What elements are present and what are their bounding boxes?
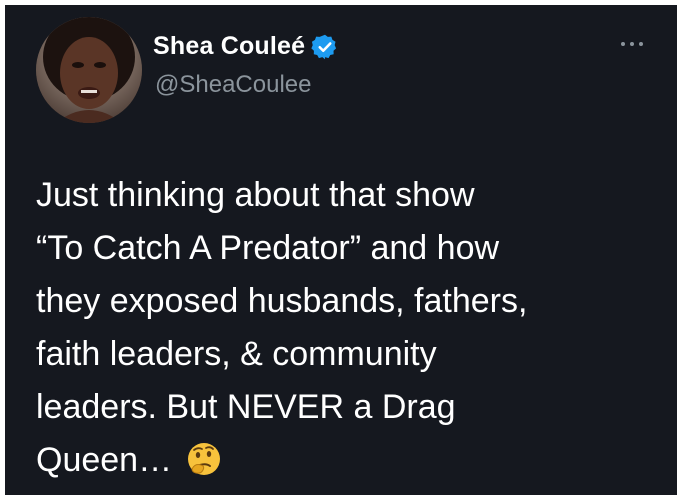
author-name-row: Shea Couleé bbox=[153, 32, 339, 61]
tweet-text-line: “To Catch A Predator” and how bbox=[36, 229, 500, 267]
tweet-text-line: faith leaders, & community bbox=[36, 335, 437, 373]
verified-badge-icon bbox=[311, 33, 339, 61]
tweet-text: Just thinking about that show “To Catch … bbox=[36, 169, 656, 487]
tweet-text-last-line-wrap: Queen… bbox=[36, 434, 656, 487]
author-handle[interactable]: @SheaCoulee bbox=[155, 71, 311, 99]
tweet-text-line: they exposed husbands, fathers, bbox=[36, 282, 528, 320]
thinking-face-emoji-icon bbox=[186, 440, 222, 476]
tweet-card: Shea Couleé @SheaCoulee Just thinking ab… bbox=[5, 5, 677, 495]
avatar-image bbox=[36, 17, 142, 123]
more-options-icon[interactable] bbox=[618, 37, 646, 51]
avatar[interactable] bbox=[36, 17, 142, 123]
tweet-text-line: Just thinking about that show bbox=[36, 176, 475, 214]
author-display-name[interactable]: Shea Couleé bbox=[153, 32, 305, 61]
tweet-text-line: leaders. But NEVER a Drag bbox=[36, 388, 456, 426]
tweet-text-line: Queen… bbox=[36, 441, 173, 479]
